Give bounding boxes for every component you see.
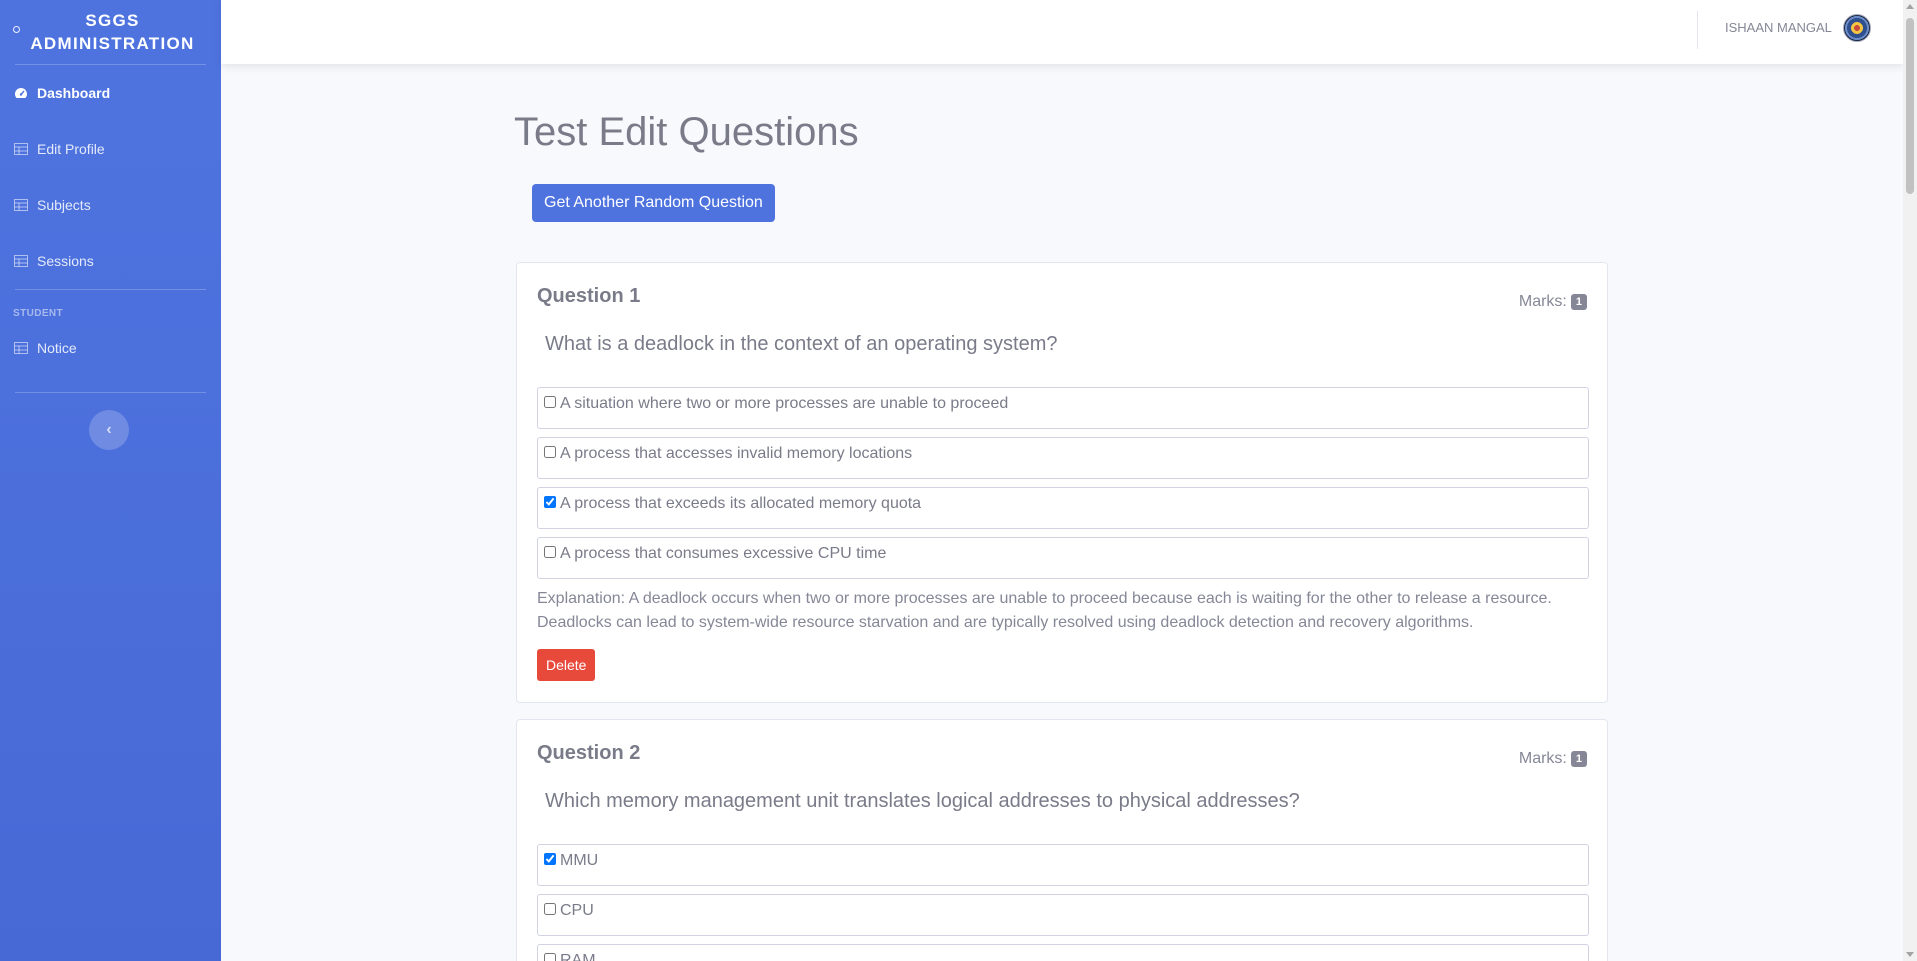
sidebar-item-notice[interactable]: Notice	[0, 326, 221, 370]
sidebar-item-sessions[interactable]: Sessions	[0, 233, 221, 289]
option-label: CPU	[560, 902, 594, 919]
sidebar-divider	[15, 392, 206, 393]
question-explanation: Explanation: A deadlock occurs when two …	[537, 590, 1552, 631]
option-item[interactable]: A process that consumes excessive CPU ti…	[537, 537, 1589, 579]
delete-button[interactable]: Delete	[537, 649, 596, 681]
marks-indicator: Marks: 1	[1519, 293, 1587, 311]
option-label: RAM	[560, 952, 596, 961]
option-label: A process that exceeds its allocated mem…	[560, 495, 922, 512]
marks-label: Marks:	[1518, 750, 1567, 767]
tachometer-icon	[15, 88, 27, 98]
sidebar-item-label: Sessions	[37, 253, 94, 269]
brand-logo-icon	[13, 26, 20, 33]
option-checkbox[interactable]	[544, 903, 556, 915]
option-item[interactable]: MMU	[537, 844, 1589, 886]
option-checkbox[interactable]	[544, 953, 556, 961]
topbar: ISHAAN MANGAL	[221, 0, 1903, 64]
option-checkbox[interactable]	[544, 853, 556, 865]
sidebar-toggle-button[interactable]: ‹	[89, 410, 129, 450]
user-name[interactable]: ISHAAN MANGAL	[1725, 20, 1832, 35]
sidebar-item-dashboard[interactable]: Dashboard	[0, 65, 221, 121]
sidebar-item-label: Dashboard	[37, 85, 111, 101]
question-text: Which memory management unit translates …	[545, 790, 1300, 812]
table-icon	[14, 143, 28, 155]
marks-indicator: Marks: 1	[1519, 750, 1587, 768]
option-checkbox[interactable]	[544, 396, 556, 408]
brand-title: SGGS ADMINISTRATION	[30, 11, 195, 53]
sidebar-item-label: Edit Profile	[37, 141, 105, 157]
page-scrollbar[interactable]	[1903, 0, 1917, 961]
question-text: What is a deadlock in the context of an …	[545, 333, 1058, 355]
option-label: MMU	[560, 852, 599, 869]
option-checkbox[interactable]	[544, 546, 556, 558]
question-card: Question 2 Marks: 1 Which memory managem…	[516, 719, 1608, 961]
sidebar: SGGS ADMINISTRATION Dashboard Edit Profi…	[0, 0, 221, 961]
option-item[interactable]: A process that accesses invalid memory l…	[537, 437, 1589, 479]
table-icon	[14, 255, 28, 267]
option-item[interactable]: RAM	[537, 944, 1589, 961]
option-label: A process that accesses invalid memory l…	[560, 445, 913, 462]
sidebar-brand[interactable]: SGGS ADMINISTRATION	[0, 0, 221, 64]
sidebar-item-edit-profile[interactable]: Edit Profile	[0, 121, 221, 177]
table-icon	[14, 342, 28, 354]
sidebar-heading-student: STUDENT	[13, 308, 64, 319]
get-random-question-button[interactable]: Get Another Random Question	[532, 184, 775, 222]
option-checkbox[interactable]	[544, 496, 556, 508]
chevron-left-icon: ‹	[106, 421, 112, 438]
sidebar-item-label: Subjects	[37, 197, 91, 213]
question-title: Question 2	[537, 742, 641, 764]
scroll-down-icon[interactable]	[1906, 952, 1914, 957]
option-item[interactable]: A process that exceeds its allocated mem…	[537, 487, 1589, 529]
option-label: A situation where two or more processes …	[560, 395, 1009, 412]
topbar-divider	[1697, 11, 1698, 49]
question-card: Question 1 Marks: 1 What is a deadlock i…	[516, 262, 1608, 703]
scrollbar-thumb[interactable]	[1906, 18, 1914, 194]
option-label: A process that consumes excessive CPU ti…	[560, 545, 887, 562]
marks-label: Marks:	[1518, 293, 1567, 310]
option-item[interactable]: A situation where two or more processes …	[537, 387, 1589, 429]
option-item[interactable]: CPU	[537, 894, 1589, 936]
scroll-up-icon[interactable]	[1906, 4, 1914, 9]
question-title: Question 1	[537, 285, 641, 307]
marks-badge: 1	[1570, 751, 1587, 767]
option-checkbox[interactable]	[544, 446, 556, 458]
avatar[interactable]	[1843, 14, 1871, 42]
marks-badge: 1	[1570, 294, 1587, 310]
sidebar-item-label: Notice	[37, 340, 77, 356]
sidebar-item-subjects[interactable]: Subjects	[0, 177, 221, 233]
page-title: Test Edit Questions	[514, 110, 859, 154]
table-icon	[14, 199, 28, 211]
